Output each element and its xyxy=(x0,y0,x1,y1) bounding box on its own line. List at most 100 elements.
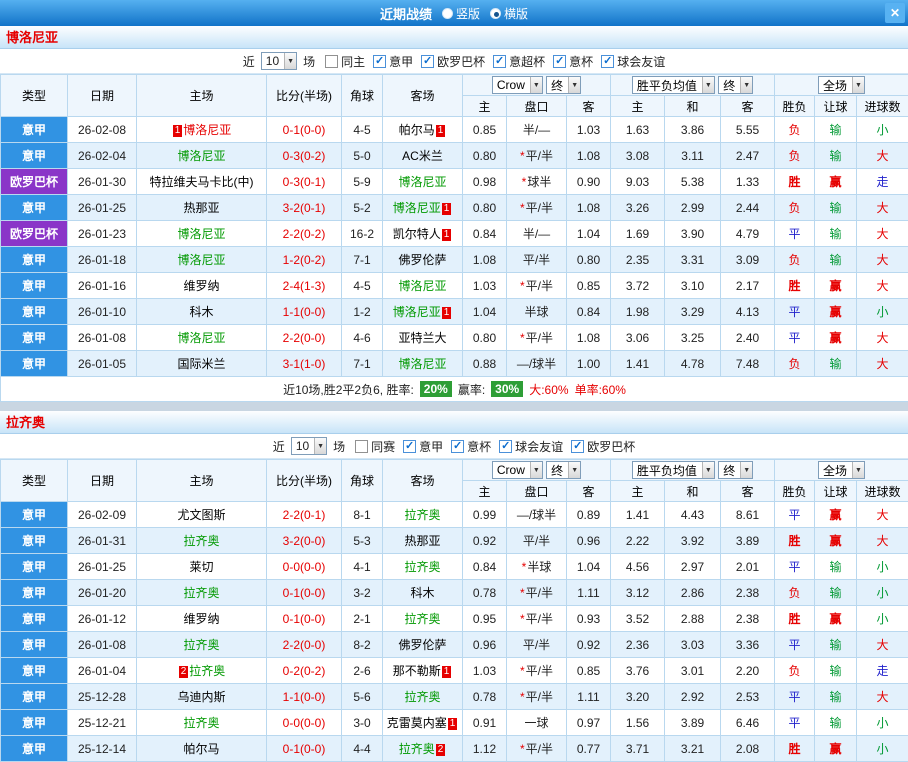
euro-home-odds: 1.69 xyxy=(611,221,665,247)
handicap-star: * xyxy=(520,664,525,678)
date-cell: 26-02-08 xyxy=(68,117,137,143)
results-table: 类型 日期 主场 比分(半场) 角球 客场 Crow▼ 终▼ 胜平负均值▼ 终▼… xyxy=(0,74,908,402)
checkbox-icon[interactable]: ✓ xyxy=(601,55,614,68)
team-section-lazio: 拉齐奥 近 10▼ 场 同赛✓意甲✓意杯✓球会友谊✓欧罗巴杯 类型 日期 主场 … xyxy=(0,411,908,762)
bookmaker-select[interactable]: Crow▼ xyxy=(492,76,543,94)
score-cell: 1-1(0-0) xyxy=(267,299,342,325)
filter-option[interactable]: ✓欧罗巴杯 xyxy=(571,438,635,455)
checkbox-icon[interactable]: ✓ xyxy=(451,440,464,453)
final-odds-select[interactable]: 终▼ xyxy=(546,461,581,479)
match-row: 意甲26-01-31拉齐奥3-2(0-0)5-3热那亚0.92平/半0.962.… xyxy=(1,528,908,554)
filter-option[interactable]: ✓意杯 xyxy=(451,438,491,455)
handicap-star: * xyxy=(520,149,525,163)
layout-radio-横版[interactable]: 横版 xyxy=(490,5,528,22)
euro-away-odds: 2.40 xyxy=(721,325,775,351)
checkbox-icon[interactable] xyxy=(355,440,368,453)
home-team: 拉齐奥 xyxy=(137,580,267,606)
asian-away-odds: 0.77 xyxy=(567,736,611,762)
filter-option[interactable]: ✓意杯 xyxy=(553,53,593,70)
checkbox-icon[interactable]: ✓ xyxy=(499,440,512,453)
asian-odds-header: Crow▼ 终▼ xyxy=(463,75,611,96)
handicap-cell: *平/半 xyxy=(507,325,567,351)
score-cell: 2-2(0-1) xyxy=(267,502,342,528)
filter-option-label: 同赛 xyxy=(371,438,395,455)
home-team: 莱切 xyxy=(137,554,267,580)
bookmaker-select[interactable]: Crow▼ xyxy=(492,461,543,479)
asian-odds-header: Crow▼ 终▼ xyxy=(463,460,611,481)
avg-odds-select[interactable]: 胜平负均值▼ xyxy=(632,76,715,94)
near-label: 近 xyxy=(273,438,285,455)
asian-home-odds: 0.80 xyxy=(463,325,507,351)
col-handicap: 盘口 xyxy=(507,96,567,117)
away-team: 佛罗伦萨 xyxy=(383,632,463,658)
titlebar: 近期战绩 竖版横版 ✕ xyxy=(0,0,908,26)
filter-option[interactable]: 同主 xyxy=(325,53,365,70)
final-odds-select[interactable]: 终▼ xyxy=(718,76,753,94)
corner-cell: 4-5 xyxy=(342,117,383,143)
checkbox-icon[interactable]: ✓ xyxy=(493,55,506,68)
score-cell: 1-1(0-0) xyxy=(267,684,342,710)
filter-option[interactable]: ✓意甲 xyxy=(373,53,413,70)
checkbox-icon[interactable]: ✓ xyxy=(571,440,584,453)
handicap-cell: *平/半 xyxy=(507,684,567,710)
match-count-select[interactable]: 10▼ xyxy=(261,52,297,70)
result-cell: 负 xyxy=(775,658,815,684)
match-row: 意甲25-12-21拉齐奥0-0(0-0)3-0克雷莫内塞10.91一球0.97… xyxy=(1,710,908,736)
date-cell: 26-01-04 xyxy=(68,658,137,684)
layout-radio-竖版[interactable]: 竖版 xyxy=(442,5,480,22)
score-cell: 0-1(0-0) xyxy=(267,606,342,632)
result-cell: 负 xyxy=(775,195,815,221)
handicap-result-cell: 输 xyxy=(815,710,857,736)
filter-option[interactable]: ✓意甲 xyxy=(403,438,443,455)
filter-option-label: 意甲 xyxy=(419,438,443,455)
filter-option[interactable]: ✓球会友谊 xyxy=(601,53,665,70)
col-asian-away: 客 xyxy=(567,481,611,502)
league-cell: 意甲 xyxy=(1,273,68,299)
final-odds-select[interactable]: 终▼ xyxy=(546,76,581,94)
euro-draw-odds: 2.92 xyxy=(665,684,721,710)
home-team: 博洛尼亚 xyxy=(137,143,267,169)
asian-away-odds: 1.08 xyxy=(567,195,611,221)
euro-draw-odds: 3.90 xyxy=(665,221,721,247)
red-card-badge: 2 xyxy=(179,666,189,678)
asian-home-odds: 1.12 xyxy=(463,736,507,762)
euro-home-odds: 1.56 xyxy=(611,710,665,736)
handicap-cell: 半球 xyxy=(507,299,567,325)
corner-cell: 1-2 xyxy=(342,299,383,325)
close-icon[interactable]: ✕ xyxy=(885,3,905,23)
scope-select[interactable]: 全场▼ xyxy=(818,461,865,479)
away-team: 拉齐奥 xyxy=(383,684,463,710)
checkbox-icon[interactable]: ✓ xyxy=(553,55,566,68)
filter-option[interactable]: ✓球会友谊 xyxy=(499,438,563,455)
checkbox-icon[interactable] xyxy=(325,55,338,68)
checkbox-icon[interactable]: ✓ xyxy=(373,55,386,68)
filter-option[interactable]: 同赛 xyxy=(355,438,395,455)
euro-home-odds: 3.72 xyxy=(611,273,665,299)
match-count-select[interactable]: 10▼ xyxy=(291,437,327,455)
match-row: 欧罗巴杯26-01-30特拉维夫马卡比(中)0-3(0-1)5-9博洛尼亚0.9… xyxy=(1,169,908,195)
match-row: 意甲26-01-20拉齐奥0-1(0-0)3-2科木0.78*平/半1.113.… xyxy=(1,580,908,606)
team-section-bologna: 博洛尼亚 近 10▼ 场 同主✓意甲✓欧罗巴杯✓意超杯✓意杯✓球会友谊 类型 日… xyxy=(0,26,908,402)
final-odds-select[interactable]: 终▼ xyxy=(718,461,753,479)
red-card-badge: 1 xyxy=(448,718,458,730)
avg-odds-select[interactable]: 胜平负均值▼ xyxy=(632,461,715,479)
asian-away-odds: 1.08 xyxy=(567,143,611,169)
asian-home-odds: 0.85 xyxy=(463,117,507,143)
date-cell: 26-01-05 xyxy=(68,351,137,377)
league-cell: 意甲 xyxy=(1,736,68,762)
handicap-cell: 平/半 xyxy=(507,528,567,554)
asian-away-odds: 1.11 xyxy=(567,684,611,710)
layout-radio-group: 竖版横版 xyxy=(442,5,528,22)
euro-home-odds: 4.56 xyxy=(611,554,665,580)
checkbox-icon[interactable]: ✓ xyxy=(421,55,434,68)
filter-option-label: 意杯 xyxy=(569,53,593,70)
table-header-row-1: 类型 日期 主场 比分(半场) 角球 客场 Crow▼ 终▼ 胜平负均值▼ 终▼… xyxy=(1,460,908,481)
scope-select[interactable]: 全场▼ xyxy=(818,76,865,94)
filter-option[interactable]: ✓欧罗巴杯 xyxy=(421,53,485,70)
checkbox-icon[interactable]: ✓ xyxy=(403,440,416,453)
chevron-down-icon: ▼ xyxy=(852,462,864,478)
filter-option[interactable]: ✓意超杯 xyxy=(493,53,545,70)
score-cell: 0-0(0-0) xyxy=(267,554,342,580)
summary-row: 近10场,胜2平2负6, 胜率: 20% 赢率: 30% 大:60% 单率:60… xyxy=(1,377,908,402)
euro-draw-odds: 5.38 xyxy=(665,169,721,195)
